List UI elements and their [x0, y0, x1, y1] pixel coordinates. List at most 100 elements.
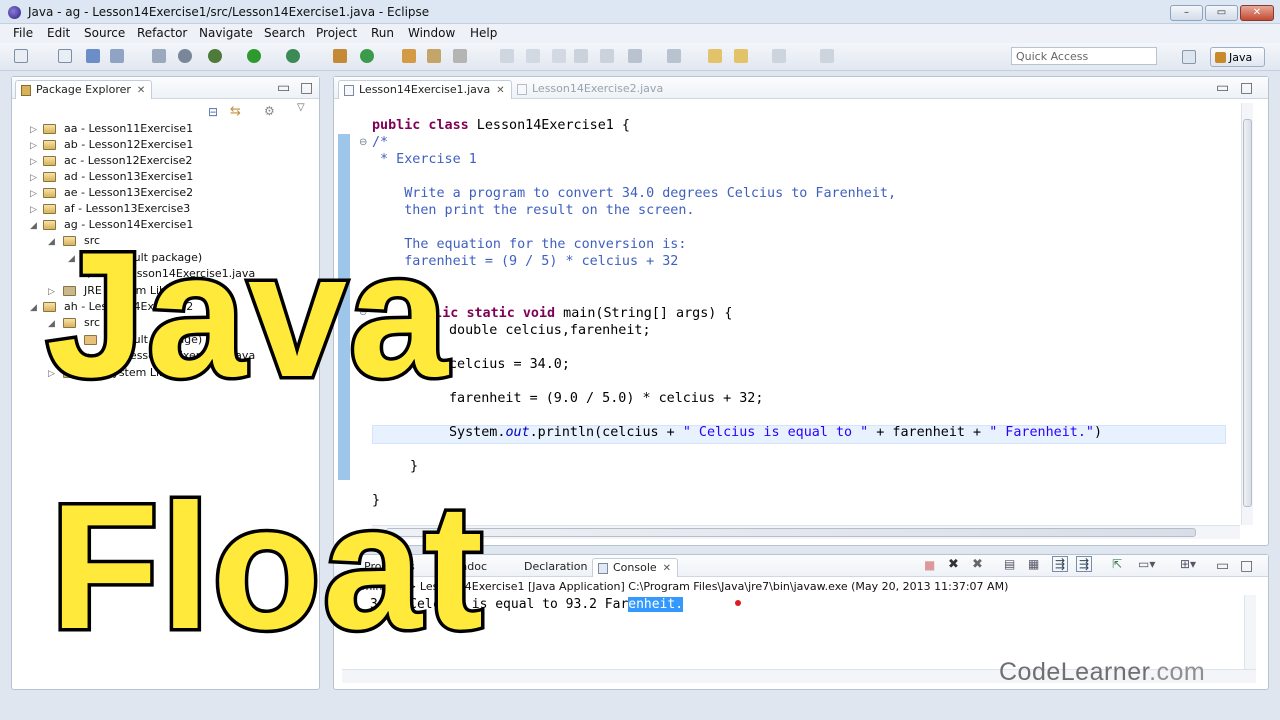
- annotation-icon[interactable]: [526, 49, 540, 63]
- close-icon[interactable]: ✕: [496, 85, 504, 96]
- close-button[interactable]: ✕: [1240, 5, 1274, 21]
- tree-item-ad[interactable]: ad - Lesson13Exercise1: [64, 170, 193, 183]
- new-icon[interactable]: [14, 49, 28, 63]
- skip-breakpoints-icon[interactable]: [178, 49, 192, 63]
- collapse-all-icon[interactable]: ⊟: [208, 105, 218, 119]
- scrollbar-thumb[interactable]: [386, 528, 1196, 537]
- menu-window[interactable]: Window: [408, 26, 455, 40]
- code-token: out: [505, 425, 530, 440]
- code-line-class[interactable]: public class Lesson14Exercise1 {: [372, 118, 630, 133]
- menu-run[interactable]: Run: [371, 26, 394, 40]
- new-java-project-icon[interactable]: [333, 49, 347, 63]
- console-vertical-scrollbar[interactable]: [1244, 595, 1256, 669]
- open-perspective-icon[interactable]: [1182, 50, 1196, 64]
- menu-help[interactable]: Help: [470, 26, 497, 40]
- menu-file[interactable]: File: [13, 26, 33, 40]
- tab-label: Lesson14Exercise2.java: [532, 82, 664, 95]
- show-whitespace-icon[interactable]: [574, 49, 588, 63]
- tab-declaration[interactable]: Declaration: [504, 558, 593, 577]
- expand-arrow-icon[interactable]: ▷: [30, 125, 37, 135]
- new-package-icon[interactable]: [58, 49, 72, 63]
- print-icon[interactable]: [152, 49, 166, 63]
- expand-arrow-icon[interactable]: ▷: [30, 141, 37, 151]
- minimize-button[interactable]: –: [1170, 5, 1203, 21]
- code-line-decl[interactable]: double celcius,farenheit;: [449, 323, 651, 338]
- terminate-icon[interactable]: ■: [924, 558, 935, 572]
- maximize-view-icon[interactable]: □: [1240, 80, 1253, 96]
- save-icon[interactable]: [86, 49, 100, 63]
- expand-arrow-icon[interactable]: ▷: [30, 205, 37, 215]
- minimize-view-icon[interactable]: ▭: [1216, 80, 1229, 96]
- tree-item-ab[interactable]: ab - Lesson12Exercise1: [64, 138, 193, 151]
- tab-lesson14exercise1[interactable]: Lesson14Exercise1.java ✕: [338, 80, 512, 99]
- toggle-mark-icon[interactable]: [500, 49, 514, 63]
- open-task-icon[interactable]: [427, 49, 441, 63]
- tree-item-af[interactable]: af - Lesson13Exercise3: [64, 202, 190, 215]
- code-line-assign[interactable]: celcius = 34.0;: [449, 357, 570, 372]
- close-icon[interactable]: ✕: [137, 85, 145, 96]
- tree-item-ae[interactable]: ae - Lesson13Exercise2: [64, 186, 193, 199]
- word-wrap-icon[interactable]: ⇶: [1052, 556, 1069, 572]
- tree-item-aa[interactable]: aa - Lesson11Exercise1: [64, 122, 193, 135]
- external-tools-icon[interactable]: [286, 49, 300, 63]
- open-type-icon[interactable]: [402, 49, 416, 63]
- view-menu-icon[interactable]: ⚙: [264, 104, 275, 118]
- comment-line[interactable]: Write a program to convert 34.0 degrees …: [372, 186, 896, 201]
- next-annotation-icon[interactable]: [628, 49, 642, 63]
- maximize-view-icon[interactable]: □: [300, 80, 313, 96]
- pin-editor-icon[interactable]: [820, 49, 834, 63]
- editor-horizontal-scrollbar[interactable]: [372, 525, 1240, 539]
- tab-package-explorer[interactable]: Package Explorer ✕: [15, 80, 153, 99]
- run-icon[interactable]: [247, 49, 261, 63]
- comment-line[interactable]: * Exercise 1: [372, 152, 477, 167]
- new-class-icon[interactable]: [360, 49, 374, 63]
- save-all-icon[interactable]: [110, 49, 124, 63]
- remove-launch-icon[interactable]: ✖: [948, 557, 959, 572]
- editor-vertical-scrollbar[interactable]: [1241, 103, 1253, 525]
- code-line-println[interactable]: System.out.println(celcius + " Celcius i…: [449, 425, 1102, 440]
- remove-all-icon[interactable]: ✖: [972, 557, 983, 572]
- block-selection-icon[interactable]: [552, 49, 566, 63]
- show-console-icon[interactable]: ⇶: [1076, 556, 1093, 572]
- menu-edit[interactable]: Edit: [47, 26, 70, 40]
- expand-arrow-icon[interactable]: ▷: [30, 173, 37, 183]
- code-line-calc[interactable]: farenheit = (9.0 / 5.0) * celcius + 32;: [449, 391, 763, 406]
- search-icon[interactable]: [453, 49, 467, 63]
- minimize-view-icon[interactable]: ▭: [277, 80, 290, 96]
- back-icon[interactable]: [734, 49, 748, 63]
- comment-line[interactable]: /*: [372, 135, 388, 150]
- close-icon[interactable]: ✕: [663, 563, 671, 574]
- menu-refactor[interactable]: Refactor: [137, 26, 187, 40]
- tree-item-ac[interactable]: ac - Lesson12Exercise2: [64, 154, 192, 167]
- code-line-main[interactable]: public static void main(String[] args) {: [410, 306, 733, 321]
- open-console-icon[interactable]: ⊞▾: [1180, 557, 1196, 571]
- maximize-button[interactable]: ▭: [1205, 5, 1238, 21]
- display-console-icon[interactable]: ▭▾: [1138, 557, 1155, 571]
- scroll-lock-icon[interactable]: ▦: [1028, 557, 1039, 571]
- tab-lesson14exercise2[interactable]: Lesson14Exercise2.java: [512, 80, 669, 99]
- clear-console-icon[interactable]: ▤: [1004, 557, 1015, 571]
- quick-access-input[interactable]: Quick Access: [1011, 47, 1157, 65]
- maximize-view-icon[interactable]: □: [1240, 558, 1253, 574]
- expand-arrow-icon[interactable]: ▷: [30, 157, 37, 167]
- menu-project[interactable]: Project: [316, 26, 357, 40]
- last-edit-icon[interactable]: [708, 49, 722, 63]
- chevron-down-icon[interactable]: ▽: [297, 102, 305, 113]
- menu-search[interactable]: Search: [264, 26, 305, 40]
- debug-icon[interactable]: [208, 49, 222, 63]
- menu-source[interactable]: Source: [84, 26, 125, 40]
- link-with-editor-icon[interactable]: ⇆: [230, 104, 241, 119]
- prev-annotation-icon[interactable]: [667, 49, 681, 63]
- minimize-view-icon[interactable]: ▭: [1216, 558, 1229, 574]
- forward-icon[interactable]: [772, 49, 786, 63]
- collapse-arrow-icon[interactable]: ◢: [30, 221, 37, 231]
- java-perspective-button[interactable]: Java: [1210, 47, 1265, 67]
- pin-console-icon[interactable]: ⇱: [1112, 557, 1122, 571]
- expand-arrow-icon[interactable]: ▷: [30, 189, 37, 199]
- collapse-arrow-icon[interactable]: ◢: [30, 303, 37, 313]
- menu-navigate[interactable]: Navigate: [199, 26, 253, 40]
- pilcrow-icon[interactable]: [600, 49, 614, 63]
- tab-console[interactable]: Console ✕: [592, 558, 679, 577]
- scrollbar-thumb[interactable]: [1243, 119, 1252, 507]
- fold-icon[interactable]: ⊖: [359, 137, 367, 148]
